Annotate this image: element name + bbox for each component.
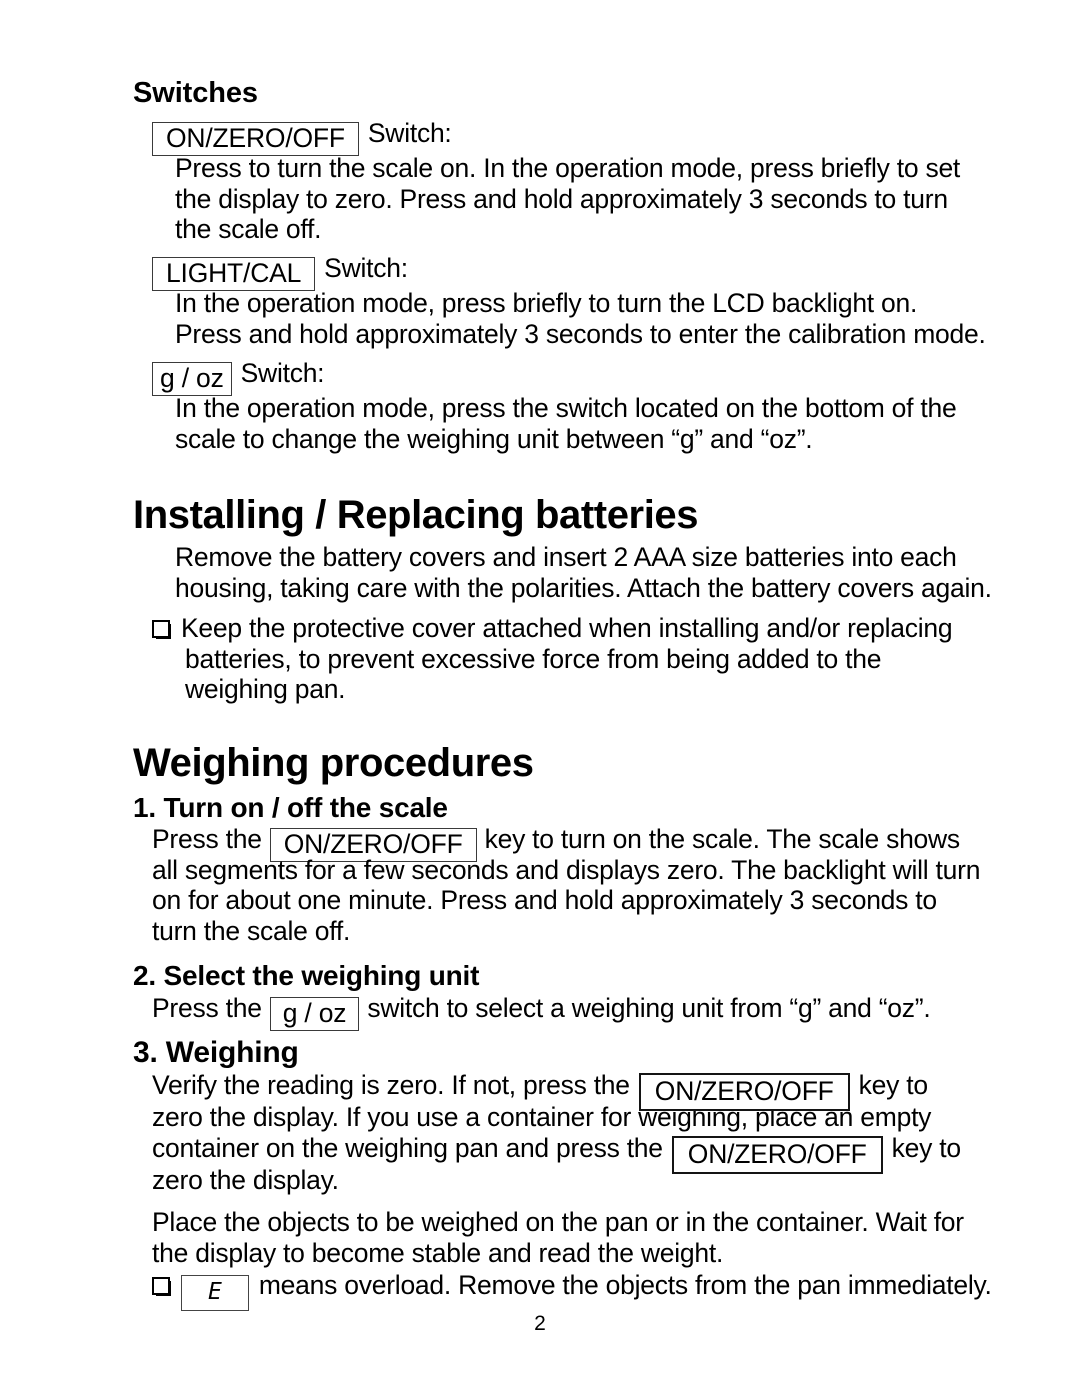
heading-step-1: 1. Turn on / off the scale: [133, 792, 448, 823]
display-box-overload: E: [181, 1275, 249, 1311]
text-fragment: key to turn on the scale. The scale show…: [484, 824, 961, 854]
bullet-line: Emeans overload. Remove the objects from…: [152, 1270, 1032, 1311]
body-line: Remove the battery covers and insert 2 A…: [175, 542, 957, 572]
body-line: zero the display. If you use a container…: [152, 1102, 932, 1132]
body-line: In the operation mode, press briefly to …: [175, 288, 918, 318]
text-fragment: means overload. Remove the objects from …: [258, 1270, 992, 1300]
switch-entry-light-cal-body: In the operation mode, press briefly to …: [175, 288, 986, 349]
heading-step-2: 2. Select the weighing unit: [133, 960, 480, 991]
text-fragment: container on the weighing pan and press …: [152, 1133, 663, 1163]
overload-bullet: Emeans overload. Remove the objects from…: [152, 1270, 1032, 1311]
body-line: Press and hold approximately 3 seconds t…: [175, 318, 986, 349]
body-line: the scale off.: [175, 214, 322, 245]
body-line: Place the objects to be weighed on the p…: [152, 1207, 964, 1237]
switch-entry-g-oz-body: In the operation mode, press the switch …: [175, 393, 985, 454]
body-line: Press the ON/ZERO/OFF key to turn on the s…: [152, 824, 992, 862]
switch-entry-light-cal-header: LIGHT/CAL Switch:: [152, 253, 408, 291]
body-line: Press the g / oz switch to select a weighi…: [152, 993, 992, 1031]
switch-suffix-label: Switch:: [240, 358, 325, 388]
key-box-on-zero-off[interactable]: ON/ZERO/OFF: [671, 1136, 883, 1174]
page-number: 2: [534, 1312, 546, 1335]
document-page: Switches ON/ZERO/OFF Switch: Press to tur…: [0, 0, 1080, 1397]
body-line: Verify the reading is zero. If not, pres…: [152, 1070, 1012, 1111]
switch-entry-on-zero-off-body: Press to turn the scale on. In the opera…: [175, 153, 985, 245]
body-line: Keep the protective cover attached when …: [181, 613, 953, 643]
step-3-body: Verify the reading is zero. If not, pres…: [152, 1070, 1012, 1196]
checkbox-square-icon: [152, 620, 171, 639]
body-line: container on the weighing pan and press …: [152, 1133, 1012, 1174]
switch-entry-on-zero-off-header: ON/ZERO/OFF Switch:: [152, 118, 452, 156]
key-box-g-oz[interactable]: g / oz: [269, 997, 360, 1031]
body-line: on for about one minute. Press and hold …: [152, 885, 937, 916]
checkbox-square-icon: [152, 1277, 171, 1296]
heading-weighing-procedures: Weighing procedures: [133, 741, 534, 785]
switch-suffix-label: Switch:: [324, 253, 408, 283]
step-3-paragraph: Place the objects to be weighed on the p…: [152, 1207, 1012, 1268]
body-line: the display to zero. Press and hold appr…: [175, 183, 948, 214]
switch-entry-g-oz-header: g / oz Switch:: [152, 358, 325, 396]
body-line: housing, taking care with the polarities…: [175, 572, 992, 603]
body-line: the display to become stable and read th…: [152, 1237, 724, 1268]
text-fragment: Press the: [152, 993, 262, 1023]
switch-suffix-label: Switch:: [367, 118, 452, 148]
key-box-g-oz[interactable]: g / oz: [152, 362, 232, 396]
heading-step-3: 3. Weighing: [133, 1036, 299, 1069]
step-1-body: Press the ON/ZERO/OFF key to turn on the s…: [152, 824, 992, 946]
batteries-bullet: Keep the protective cover attached when …: [152, 613, 992, 705]
bullet-line: Keep the protective cover attached when …: [152, 613, 992, 644]
heading-switches: Switches: [133, 77, 258, 109]
body-line: scale to change the weighing unit betwee…: [175, 423, 813, 454]
text-fragment: Verify the reading is zero. If not, pres…: [152, 1070, 630, 1100]
step-2-body: Press the g / oz switch to select a weighi…: [152, 993, 992, 1031]
key-box-on-zero-off[interactable]: ON/ZERO/OFF: [638, 1073, 850, 1111]
body-line: weighing pan.: [185, 674, 346, 705]
key-box-light-cal[interactable]: LIGHT/CAL: [152, 257, 316, 291]
text-fragment: key to: [858, 1070, 928, 1100]
body-line: Press to turn the scale on. In the opera…: [175, 153, 961, 183]
text-fragment: Press the: [152, 824, 262, 854]
key-box-on-zero-off[interactable]: ON/ZERO/OFF: [152, 122, 359, 156]
batteries-paragraph: Remove the battery covers and insert 2 A…: [175, 542, 992, 603]
heading-installing-replacing-batteries: Installing / Replacing batteries: [133, 493, 699, 537]
body-line: turn the scale off.: [152, 915, 351, 946]
text-fragment: switch to select a weighing unit from “g…: [367, 993, 931, 1023]
body-line: zero the display.: [152, 1165, 339, 1195]
text-fragment: key to: [891, 1133, 961, 1163]
body-line: all segments for a few seconds and displ…: [152, 854, 981, 885]
body-line: batteries, to prevent excessive force fr…: [185, 643, 882, 674]
body-line: In the operation mode, press the switch …: [175, 393, 957, 423]
